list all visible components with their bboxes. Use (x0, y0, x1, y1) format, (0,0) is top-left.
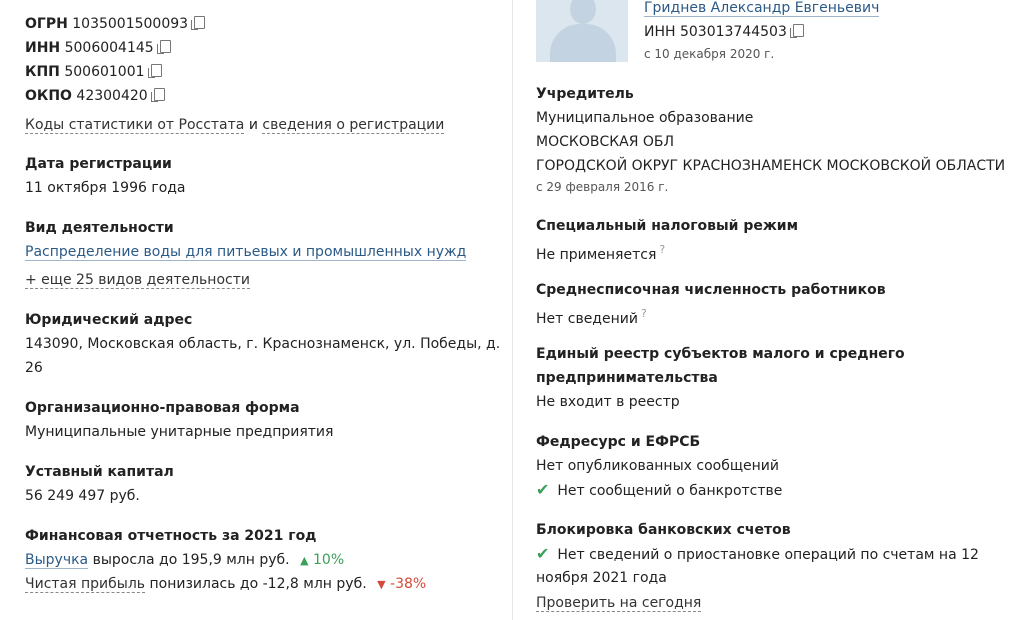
address-label: Юридический адрес (25, 312, 193, 328)
fedres-value2: Нет сообщений о банкротстве (557, 483, 783, 499)
blocking-label: Блокировка банковских счетов (536, 522, 791, 538)
okpo-label: ОКПО (25, 88, 72, 104)
address-line1: 143090, Московская область, г. Краснозна… (25, 336, 501, 352)
revenue-change: 10% (313, 552, 345, 568)
activity-label: Вид деятельности (25, 220, 174, 236)
tax-label: Специальный налоговый режим (536, 218, 799, 234)
capital-value: 56 249 497 руб. (25, 488, 140, 504)
inn-label: ИНН (25, 40, 61, 56)
director-inn-row: ИНН 503013744503 (644, 20, 804, 44)
registration-info-link[interactable]: сведения о регистрации (262, 117, 445, 134)
smb-label-line1: Единый реестр субъектов малого и среднег… (536, 346, 905, 362)
check-icon: ✔ (536, 544, 550, 563)
ogrn-label: ОГРН (25, 16, 68, 32)
profit-row: Чистая прибыль понизилась до -12,8 млн р… (25, 572, 426, 596)
arrow-up-icon: ▲ (300, 554, 309, 567)
profit-change: -38% (390, 576, 427, 592)
copy-icon[interactable] (191, 16, 206, 30)
blocking-line2: ноября 2021 года (536, 570, 667, 586)
tax-row: Не применяется? (536, 238, 665, 263)
director-avatar (536, 0, 628, 62)
copy-icon[interactable] (156, 40, 171, 54)
okpo-row: ОКПО 42300420 (25, 84, 165, 108)
column-divider (512, 0, 513, 620)
revenue-text: выросла до 195,9 млн руб. (92, 552, 290, 568)
arrow-down-icon: ▼ (377, 578, 386, 591)
and-text: и (248, 117, 258, 133)
org-form-label: Организационно-правовая форма (25, 400, 300, 416)
smb-value: Не входит в реестр (536, 394, 680, 410)
stat-links-row: Коды статистики от Росстата и сведения о… (25, 113, 445, 137)
fedres-label: Федресурс и ЕФРСБ (536, 434, 701, 450)
check-icon: ✔ (536, 480, 550, 499)
reg-date-label: Дата регистрации (25, 156, 172, 172)
founder-since: с 29 февраля 2016 г. (536, 180, 669, 194)
okpo-value: 42300420 (76, 88, 148, 104)
inn-value: 5006004145 (64, 40, 154, 56)
smb-label-line2: предпринимательства (536, 370, 718, 386)
director-since: с 10 декабря 2020 г. (644, 47, 775, 61)
director-name-link[interactable]: Гриднев Александр Евгеньевич (644, 0, 880, 17)
kpp-row: КПП 500601001 (25, 60, 162, 84)
reg-date-value: 11 октября 1996 года (25, 180, 186, 196)
copy-icon[interactable] (147, 64, 162, 78)
founder-line2: МОСКОВСКАЯ ОБЛ (536, 134, 675, 150)
copy-icon[interactable] (150, 88, 165, 102)
blocking-line1: Нет сведений о приостановке операций по … (557, 547, 979, 563)
founder-label: Учредитель (536, 86, 634, 102)
address-line2: 26 (25, 360, 43, 376)
help-icon[interactable]: ? (659, 243, 665, 256)
ogrn-row: ОГРН 1035001500093 (25, 12, 206, 36)
fedres-value1: Нет опубликованных сообщений (536, 458, 779, 474)
blocking-row: ✔ Нет сведений о приостановке операций по… (536, 542, 979, 566)
profit-text: понизилась до -12,8 млн руб. (149, 576, 367, 592)
director-inn: ИНН 503013744503 (644, 24, 787, 40)
staff-label: Среднесписочная численность работников (536, 282, 886, 298)
tax-value: Не применяется (536, 247, 657, 263)
kpp-value: 500601001 (64, 64, 145, 80)
activity-main-link[interactable]: Распределение воды для питьевых и промыш… (25, 244, 467, 261)
staff-row: Нет сведений? (536, 302, 647, 327)
ogrn-value: 1035001500093 (72, 16, 189, 32)
inn-row: ИНН 5006004145 (25, 36, 171, 60)
revenue-row: Выручка выросла до 195,9 млн руб. ▲ 10% (25, 548, 344, 572)
help-icon[interactable]: ? (641, 307, 647, 320)
staff-value: Нет сведений (536, 311, 638, 327)
revenue-link[interactable]: Выручка (25, 552, 89, 569)
profit-link[interactable]: Чистая прибыль (25, 576, 146, 593)
finance-label: Финансовая отчетность за 2021 год (25, 528, 317, 544)
stat-codes-link[interactable]: Коды статистики от Росстата (25, 117, 245, 134)
copy-icon[interactable] (789, 24, 804, 38)
fedres-bankruptcy-row: ✔ Нет сообщений о банкротстве (536, 478, 782, 502)
capital-label: Уставный капитал (25, 464, 174, 480)
org-form-value: Муниципальные унитарные предприятия (25, 424, 334, 440)
kpp-label: КПП (25, 64, 60, 80)
activity-more-link[interactable]: + еще 25 видов деятельности (25, 272, 250, 289)
check-today-link[interactable]: Проверить на сегодня (536, 595, 702, 612)
founder-line1: Муниципальное образование (536, 110, 754, 126)
